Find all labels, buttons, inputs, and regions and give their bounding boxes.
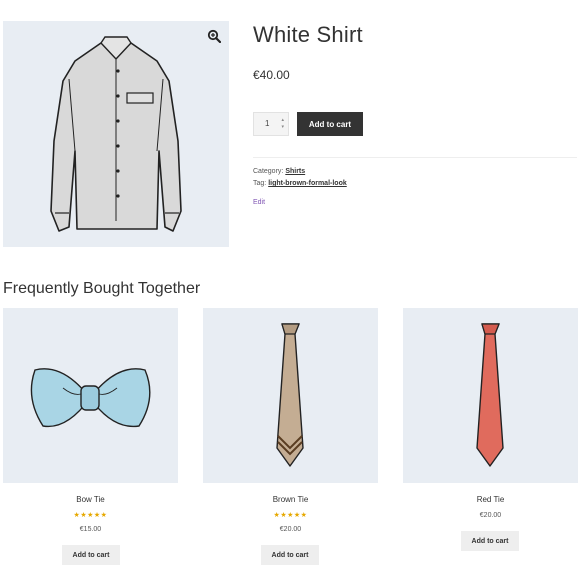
edit-link[interactable]: Edit bbox=[253, 199, 265, 206]
product-card-image[interactable] bbox=[3, 308, 178, 483]
product-card-price: €20.00 bbox=[479, 512, 502, 519]
category-label: Category: bbox=[253, 168, 284, 175]
stepper-arrows-icon[interactable]: ▴ ▾ bbox=[281, 117, 284, 131]
product-price: €40.00 bbox=[253, 68, 290, 82]
section-title: Frequently Bought Together bbox=[3, 280, 201, 297]
add-to-cart-button[interactable]: Add to cart bbox=[297, 112, 363, 136]
red-tie-illustration bbox=[476, 323, 504, 467]
star-rating: ★★★★★ bbox=[73, 512, 108, 519]
product-card-name[interactable]: Red Tie bbox=[403, 495, 578, 504]
add-to-cart-button[interactable]: Add to cart bbox=[62, 545, 120, 565]
divider bbox=[253, 157, 577, 158]
product-card-name[interactable]: Brown Tie bbox=[203, 495, 378, 504]
product-card-image[interactable] bbox=[203, 308, 378, 483]
product-card-price: €20.00 bbox=[279, 526, 302, 533]
product-category: Category: Shirts bbox=[253, 168, 305, 175]
quantity-value: 1 bbox=[265, 119, 270, 128]
tag-link[interactable]: light-brown-formal-look bbox=[268, 180, 347, 187]
shirt-illustration bbox=[50, 36, 182, 232]
product-card-price: €15.00 bbox=[79, 526, 102, 533]
quantity-stepper[interactable]: 1 ▴ ▾ bbox=[253, 112, 289, 136]
bow-tie-illustration bbox=[30, 368, 151, 428]
product-tag: Tag: light-brown-formal-look bbox=[253, 180, 347, 187]
brown-tie-illustration bbox=[276, 323, 304, 467]
add-to-cart-button[interactable]: Add to cart bbox=[261, 545, 319, 565]
zoom-icon[interactable] bbox=[207, 29, 221, 43]
category-link[interactable]: Shirts bbox=[285, 168, 305, 175]
product-card-image[interactable] bbox=[403, 308, 578, 483]
add-to-cart-button[interactable]: Add to cart bbox=[461, 531, 519, 551]
product-image[interactable] bbox=[3, 21, 229, 247]
star-rating: ★★★★★ bbox=[273, 512, 308, 519]
tag-label: Tag: bbox=[253, 180, 267, 187]
product-card-name[interactable]: Bow Tie bbox=[3, 495, 178, 504]
product-title: White Shirt bbox=[253, 22, 363, 47]
